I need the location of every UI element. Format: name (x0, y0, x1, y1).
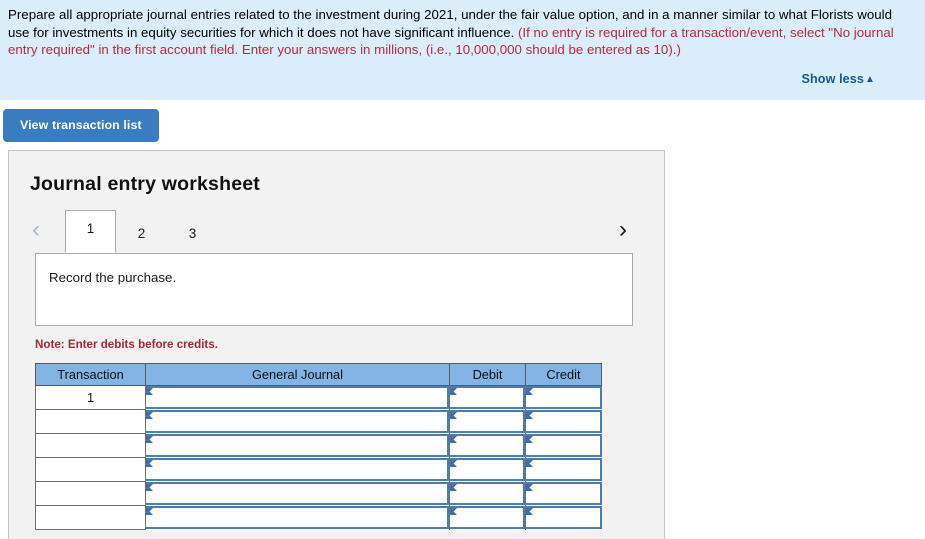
general-journal-input[interactable] (146, 434, 449, 457)
general-journal-cell (145, 409, 450, 434)
dropdown-corner-icon (450, 484, 457, 491)
credit-cell (525, 433, 602, 458)
dropdown-corner-icon (450, 388, 457, 396)
transaction-number-cell (35, 457, 146, 482)
debit-cell (449, 505, 526, 530)
show-less-label: Show less (801, 71, 864, 86)
journal-entry-table: Transaction General Journal Debit Credit… (35, 363, 602, 530)
debit-cell (449, 481, 526, 506)
dropdown-corner-icon (146, 388, 153, 396)
credit-cell (525, 505, 602, 530)
table-row (35, 409, 602, 434)
credit-cell (525, 457, 602, 482)
credit-cell (525, 409, 602, 434)
transaction-number-cell (35, 433, 146, 458)
debit-cell (449, 433, 526, 458)
dropdown-corner-icon (526, 484, 533, 491)
journal-entry-worksheet-panel: Journal entry worksheet ‹ › 1 2 3 Record… (8, 150, 665, 539)
instruction-paragraph: Prepare all appropriate journal entries … (8, 6, 911, 59)
general-journal-cell (145, 457, 450, 482)
tab-2[interactable]: 2 (116, 215, 167, 252)
dropdown-corner-icon (526, 388, 533, 396)
general-journal-cell (145, 433, 450, 458)
debit-input[interactable] (450, 386, 525, 410)
debit-cell (449, 457, 526, 482)
column-header-credit: Credit (525, 363, 602, 386)
caret-up-icon: ▲ (865, 73, 875, 85)
table-row (35, 481, 602, 506)
table-row (35, 457, 602, 482)
table-row (35, 433, 602, 458)
dropdown-corner-icon (526, 412, 533, 419)
dropdown-corner-icon (146, 436, 153, 443)
tab-3[interactable]: 3 (167, 215, 218, 252)
credit-input[interactable] (526, 410, 602, 433)
transaction-number-cell (35, 409, 146, 434)
instruction-banner: Prepare all appropriate journal entries … (0, 0, 925, 100)
show-less-toggle[interactable]: Show less▲ (802, 72, 876, 86)
credit-input[interactable] (526, 482, 602, 505)
debit-input[interactable] (450, 410, 525, 433)
toolbar: View transaction list (0, 100, 925, 142)
debit-input[interactable] (450, 434, 525, 457)
dropdown-corner-icon (450, 412, 457, 419)
table-row: 1 (35, 385, 602, 410)
column-header-debit: Debit (449, 363, 526, 386)
debit-cell (449, 385, 526, 410)
transaction-number-cell (35, 481, 146, 506)
dropdown-corner-icon (450, 436, 457, 443)
general-journal-input[interactable] (146, 506, 449, 529)
debit-input[interactable] (450, 458, 525, 481)
general-journal-input[interactable] (146, 386, 449, 410)
table-row (35, 505, 602, 530)
credit-cell (525, 385, 602, 410)
table-header-row: Transaction General Journal Debit Credit (35, 363, 602, 386)
column-header-general-journal: General Journal (145, 363, 450, 386)
credit-cell (525, 481, 602, 506)
credit-input[interactable] (526, 434, 602, 457)
dropdown-corner-icon (450, 508, 457, 515)
dropdown-corner-icon (526, 508, 533, 515)
worksheet-title: Journal entry worksheet (30, 173, 261, 195)
debit-input[interactable] (450, 482, 525, 505)
general-journal-cell (145, 505, 450, 530)
view-transaction-list-button[interactable]: View transaction list (3, 109, 159, 142)
general-journal-input[interactable] (146, 410, 449, 433)
credit-input[interactable] (526, 458, 602, 481)
entry-description-box: Record the purchase. (35, 253, 633, 326)
chevron-left-icon[interactable]: ‹ (32, 218, 40, 242)
dropdown-corner-icon (146, 508, 153, 515)
dropdown-corner-icon (146, 412, 153, 419)
entry-description-text: Record the purchase. (49, 270, 177, 285)
debits-before-credits-note: Note: Enter debits before credits. (35, 338, 218, 351)
general-journal-input[interactable] (146, 482, 449, 505)
transaction-number-cell (35, 505, 146, 530)
credit-input[interactable] (526, 506, 602, 529)
dropdown-corner-icon (146, 484, 153, 491)
tab-1[interactable]: 1 (65, 210, 116, 253)
worksheet-tab-strip: ‹ › 1 2 3 (9, 210, 664, 253)
show-less-row: Show less▲ (8, 70, 911, 88)
dropdown-corner-icon (146, 460, 153, 467)
debit-input[interactable] (450, 506, 525, 529)
debit-cell (449, 409, 526, 434)
dropdown-corner-icon (450, 460, 457, 467)
general-journal-cell (145, 385, 450, 410)
credit-input[interactable] (526, 386, 602, 410)
dropdown-corner-icon (526, 460, 533, 467)
chevron-right-icon[interactable]: › (619, 218, 627, 242)
general-journal-cell (145, 481, 450, 506)
general-journal-input[interactable] (146, 458, 449, 481)
dropdown-corner-icon (526, 436, 533, 443)
column-header-transaction: Transaction (35, 363, 146, 386)
transaction-number-cell: 1 (35, 385, 146, 410)
worksheet-tabs: 1 2 3 (65, 210, 218, 253)
